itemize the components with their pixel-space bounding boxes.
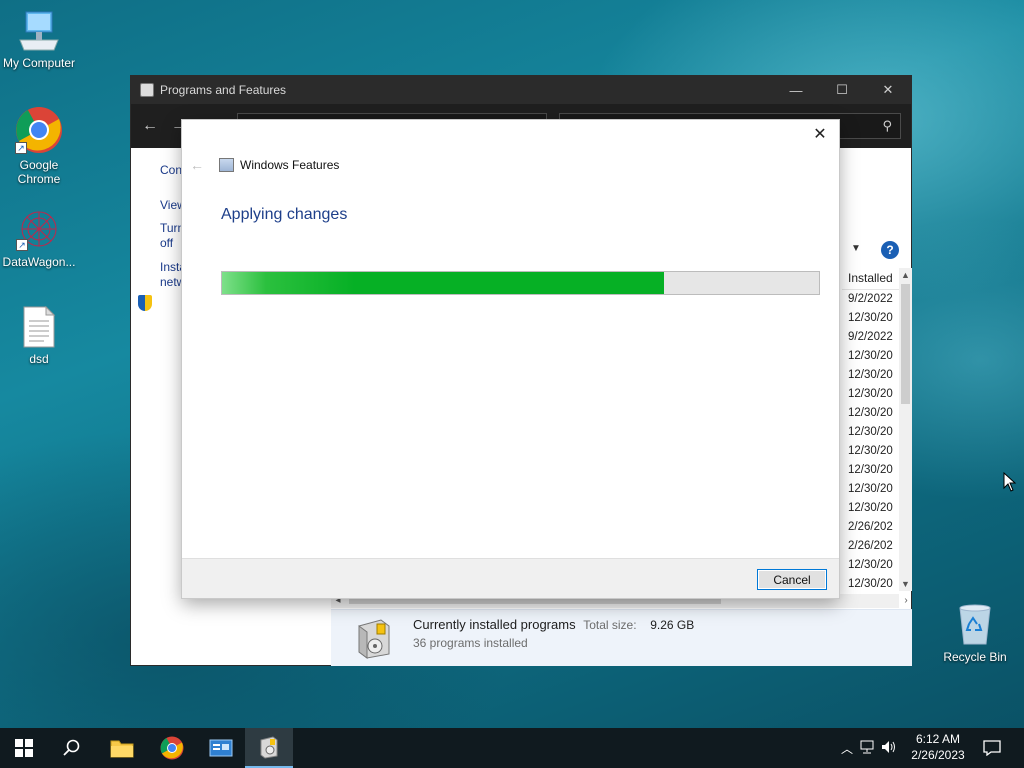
shortcut-arrow-icon: ↗ xyxy=(16,239,28,251)
uac-shield-icon xyxy=(138,295,152,311)
windows-features-icon xyxy=(219,158,234,172)
search-icon[interactable] xyxy=(48,728,96,768)
text-file-icon xyxy=(22,305,56,348)
taskbar-clock[interactable]: 6:12 AM 2/26/2023 xyxy=(907,731,969,763)
programs-box-icon xyxy=(355,616,393,660)
installed-date-cell: 9/2/2022 xyxy=(848,293,893,305)
installed-date-cell: 12/30/20 xyxy=(848,388,893,400)
scroll-right-icon[interactable]: › xyxy=(899,594,913,608)
shortcut-arrow-icon: ↗ xyxy=(15,142,27,154)
minimize-icon[interactable]: — xyxy=(773,76,819,104)
installed-date-cell: 2/26/202 xyxy=(848,521,893,533)
network-icon[interactable] xyxy=(856,740,878,757)
desktop-icon-google-chrome[interactable]: ↗ Google Chrome xyxy=(1,106,77,186)
installed-date-cell: 2/26/202 xyxy=(848,540,893,552)
file-explorer-icon[interactable] xyxy=(98,728,146,768)
installed-date-cell: 12/30/20 xyxy=(848,369,893,381)
back-arrow-icon[interactable]: ← xyxy=(142,117,158,135)
programs-features-icon[interactable] xyxy=(245,728,293,768)
back-arrow-icon: ← xyxy=(190,157,204,173)
windows-features-dialog: ✕ ← Windows Features Applying changes Ca… xyxy=(182,120,839,598)
dialog-footer: Cancel xyxy=(182,558,839,598)
computer-icon xyxy=(16,10,62,52)
installed-date-cell: 12/30/20 xyxy=(848,483,893,495)
vertical-scrollbar[interactable]: ▲ ▼ xyxy=(899,268,912,591)
installed-date-cell: 12/30/20 xyxy=(848,350,893,362)
scroll-thumb[interactable] xyxy=(901,284,910,404)
installed-date-cell: 12/30/20 xyxy=(848,502,893,514)
window-titlebar[interactable]: Programs and Features — ☐ ✕ xyxy=(131,76,911,104)
desktop-icon-label: DataWagon... xyxy=(2,255,76,269)
mouse-cursor-icon xyxy=(1003,471,1017,495)
cancel-button[interactable]: Cancel xyxy=(757,569,827,590)
desktop-icon-my-computer[interactable]: My Computer xyxy=(1,10,77,70)
close-icon[interactable]: ✕ xyxy=(810,125,830,145)
task-link-turn-features[interactable]: Turn xyxy=(160,221,184,236)
desktop-icon-label: Chrome xyxy=(17,172,61,186)
installed-date-cell: 12/30/20 xyxy=(848,445,893,457)
chrome-icon: ↗ xyxy=(15,106,63,154)
close-icon[interactable]: ✕ xyxy=(865,76,911,104)
installed-date-cell: 12/30/20 xyxy=(848,464,893,476)
taskbar: ︿ 6:12 AM 2/26/2023 xyxy=(0,728,1024,768)
search-icon: ⚲ xyxy=(882,118,892,133)
window-title: Programs and Features xyxy=(160,83,287,97)
installed-date-cell: 12/30/20 xyxy=(848,578,893,590)
datawagon-icon: ↗ xyxy=(16,207,62,251)
total-size-value: 9.26 GB xyxy=(650,618,695,632)
desktop-icon-label: My Computer xyxy=(2,56,76,70)
total-size-label: Total size: xyxy=(583,618,637,632)
details-pane: Currently installed programs Total size:… xyxy=(331,609,912,666)
dialog-title: Windows Features xyxy=(240,158,340,172)
start-icon[interactable] xyxy=(0,728,48,768)
installed-date-cell: 12/30/20 xyxy=(848,426,893,438)
system-tray: ︿ xyxy=(838,728,900,768)
installed-on-column: Installed 9/2/2022 12/30/20 9/2/2022 12/30/… xyxy=(842,266,900,596)
control-panel-icon xyxy=(140,83,154,97)
maximize-icon[interactable]: ☐ xyxy=(819,76,865,104)
chevron-up-icon[interactable]: ︿ xyxy=(838,740,856,757)
help-icon[interactable]: ? xyxy=(881,241,899,259)
chrome-icon[interactable] xyxy=(148,728,196,768)
details-title: Currently installed programs xyxy=(413,617,576,632)
desktop-icon-label: Google xyxy=(19,158,59,172)
server-manager-icon[interactable] xyxy=(197,728,245,768)
volume-icon[interactable] xyxy=(878,740,900,757)
desktop-icon-dsd[interactable]: dsd xyxy=(1,305,77,366)
progress-fill xyxy=(222,272,664,294)
scroll-down-icon[interactable]: ▼ xyxy=(899,577,912,591)
applying-changes-heading: Applying changes xyxy=(221,206,348,223)
desktop-icon-label: dsd xyxy=(29,352,49,366)
clock-time: 6:12 AM xyxy=(915,732,961,746)
clock-date: 2/26/2023 xyxy=(911,748,965,762)
installed-date-cell: 9/2/2022 xyxy=(848,331,893,343)
scroll-thumb[interactable] xyxy=(349,598,721,604)
installed-date-cell: 12/30/20 xyxy=(848,559,893,571)
view-options: ▼ ? xyxy=(847,241,909,263)
chevron-down-icon[interactable]: ▼ xyxy=(851,243,861,254)
programs-count: 36 programs installed xyxy=(413,636,528,650)
progress-bar xyxy=(221,271,820,295)
scroll-up-icon[interactable]: ▲ xyxy=(899,268,912,282)
desktop-icon-recycle-bin[interactable]: Recycle Bin xyxy=(938,602,1012,664)
recycle-bin-icon xyxy=(957,602,993,646)
installed-date-cell: 12/30/20 xyxy=(848,407,893,419)
installed-date-cell: 12/30/20 xyxy=(848,312,893,324)
task-link-control-panel-home[interactable]: Con xyxy=(160,163,182,178)
desktop-icon-label: Recycle Bin xyxy=(943,650,1007,664)
notification-center-icon[interactable] xyxy=(980,728,1004,768)
column-header-installed[interactable]: Installed xyxy=(842,266,900,290)
desktop-icon-datawagon[interactable]: ↗ DataWagon... xyxy=(1,207,77,269)
task-link-turn-features-2[interactable]: off xyxy=(160,236,173,251)
